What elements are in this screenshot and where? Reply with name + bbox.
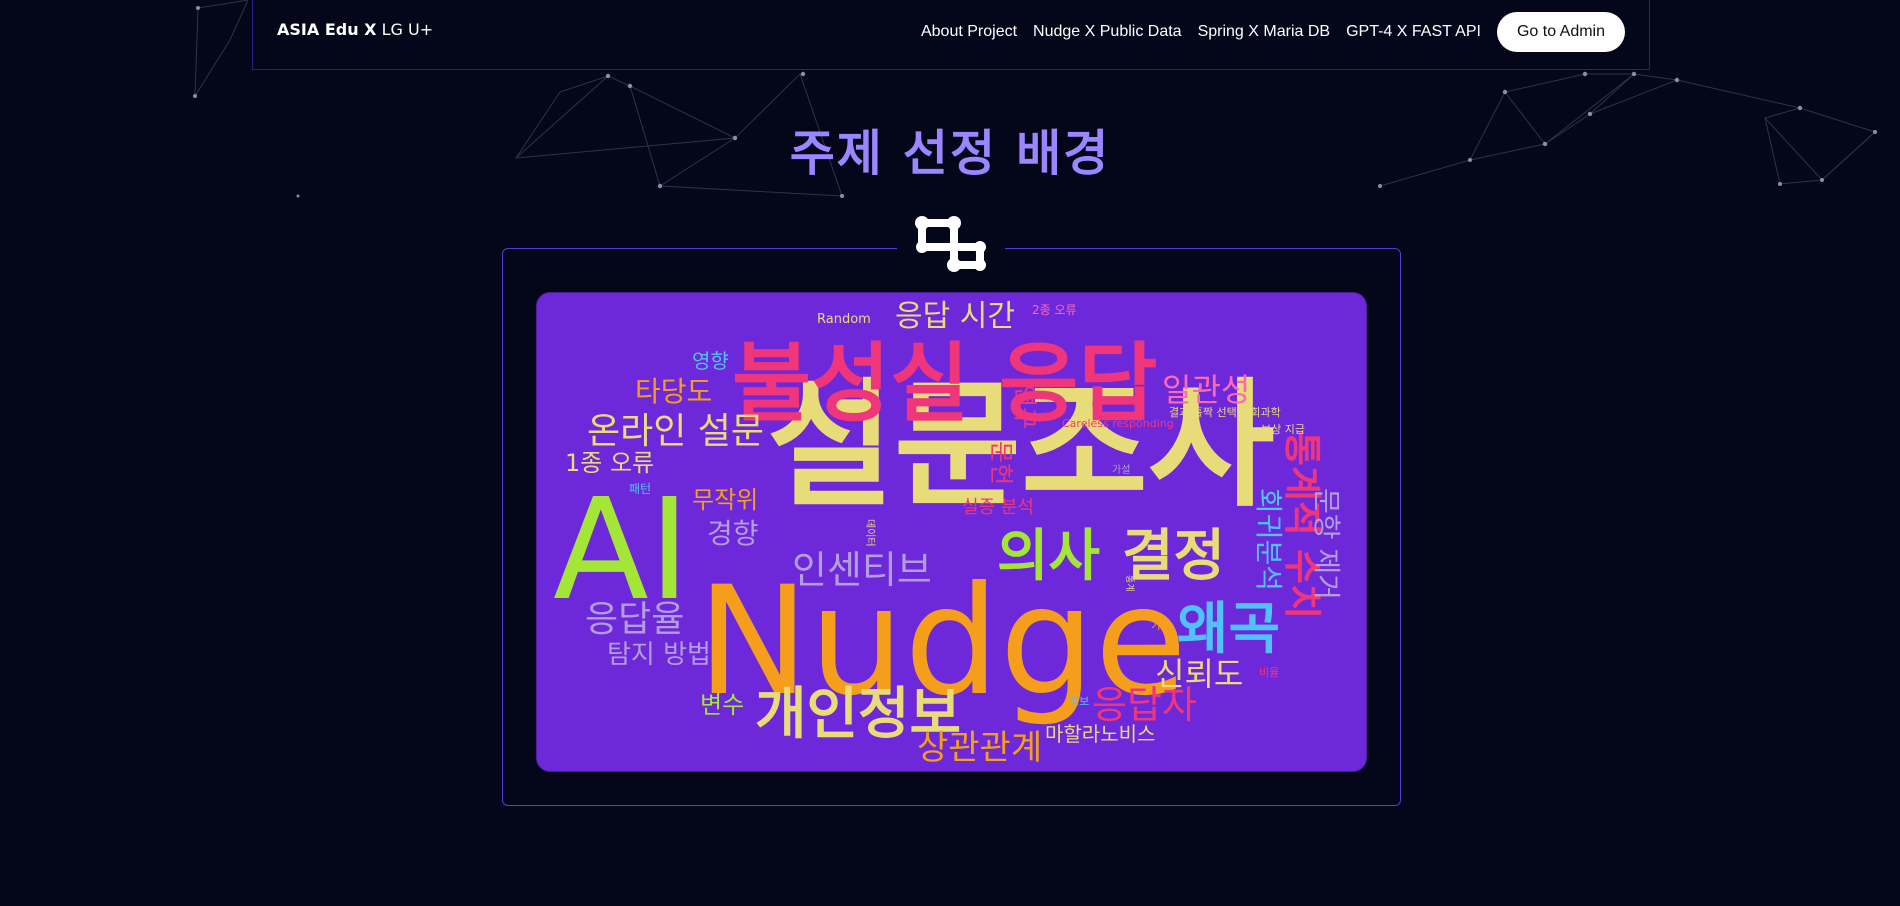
word: Careless responding <box>1062 417 1174 430</box>
word: 상관관계 <box>917 728 1042 768</box>
nav-link-nudge-public-data[interactable]: Nudge X Public Data <box>1033 23 1182 41</box>
brand-light: LG U+ <box>381 20 434 39</box>
word: 비율 <box>1259 666 1279 679</box>
brand-bold: ASIA Edu X <box>277 20 377 39</box>
word: 마할라노비스 <box>1045 722 1155 746</box>
word: 탐지 방법 <box>607 640 711 670</box>
nav-link-gpt4-fast-api[interactable]: GPT-4 X FAST API <box>1346 23 1481 41</box>
word: 타당도 <box>635 375 712 408</box>
word: 패턴 <box>629 482 651 496</box>
word: 연구 <box>1011 385 1039 429</box>
word: 가짜 <box>1151 619 1171 632</box>
word: 무작위 <box>692 486 758 514</box>
word: 2종 오류 <box>1032 303 1077 317</box>
word: 인센티브 <box>792 548 932 592</box>
word: 문헌 <box>987 441 1015 485</box>
word: 정보 <box>1069 695 1089 708</box>
wordcloud-svg: 설문조사 Nudge AI 불성실 응답 의사 결정 왜곡 개인정보 응답 시간… <box>553 299 1343 768</box>
nav-link-spring-maria-db[interactable]: Spring X Maria DB <box>1198 23 1331 41</box>
word: Random <box>817 312 871 327</box>
word: 보상 지급 <box>1261 423 1305 436</box>
wordcloud-image: 설문조사 Nudge AI 불성실 응답 의사 결정 왜곡 개인정보 응답 시간… <box>536 292 1367 772</box>
word: 의사 <box>997 524 1100 589</box>
word: 영향 <box>692 349 729 373</box>
brand-logo[interactable]: ASIA Edu X LG U+ <box>277 20 433 39</box>
top-navbar: ASIA Edu X LG U+ About Project Nudge X P… <box>252 0 1650 70</box>
word: 실증 분석 <box>962 497 1034 518</box>
word: 1종 오류 <box>565 449 654 477</box>
word: 통계 <box>1124 575 1136 592</box>
word: 경향 <box>707 517 759 550</box>
word: 응답율 <box>585 599 684 640</box>
word: 일관성 <box>1162 371 1250 409</box>
word: 데이터 <box>864 519 876 547</box>
word: 결정 <box>1122 524 1225 589</box>
word: 응답 시간 <box>895 299 1015 334</box>
word: 응답자 <box>1092 683 1197 727</box>
word: 회귀분석 <box>1252 488 1285 591</box>
word: 문항 제거 <box>1310 488 1343 600</box>
word: 온라인 설문 <box>587 411 764 452</box>
hierarchy-nodes-icon <box>915 216 986 272</box>
word: 변수 <box>700 691 744 719</box>
section-title: 주제 선정 배경 <box>789 125 1111 182</box>
word: 가설 <box>1112 464 1130 476</box>
nav-links: About Project Nudge X Public Data Spring… <box>905 12 1625 52</box>
word: 결과 홀짝 선택 사회과학 <box>1169 406 1281 419</box>
nav-link-about-project[interactable]: About Project <box>921 23 1017 41</box>
go-to-admin-button[interactable]: Go to Admin <box>1496 12 1625 52</box>
word: 왜곡 <box>1177 597 1280 662</box>
